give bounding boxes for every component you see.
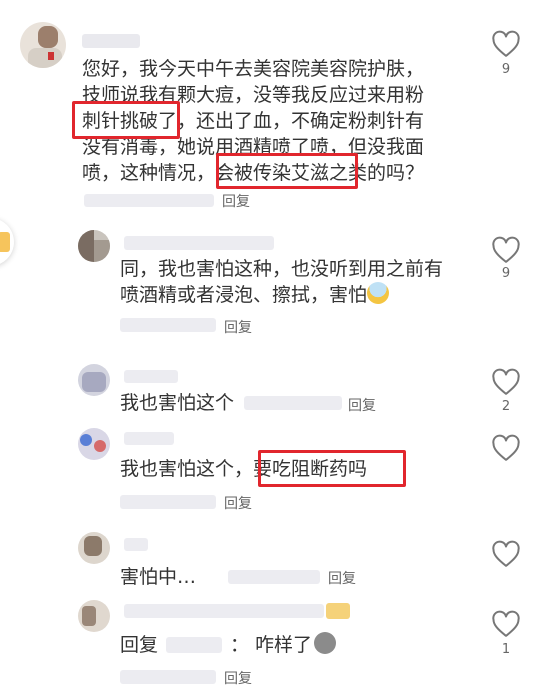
username[interactable] [124,432,174,445]
like-count: 9 [501,62,511,77]
reply-button[interactable]: 回复 [328,568,356,588]
like-button[interactable] [490,434,522,462]
username[interactable] [82,34,140,48]
like-button[interactable] [490,368,522,396]
comment-text: 我也害怕这个 [120,392,235,414]
avatar[interactable] [78,600,110,632]
highlight-box [72,101,180,139]
comment-text: 害怕中… [120,566,197,588]
heart-outline-icon [492,540,520,567]
highlight-box [258,450,406,487]
poop-emoji [314,632,337,654]
avatar[interactable] [78,364,110,396]
avatar[interactable] [78,428,110,460]
heart-outline-icon [492,30,520,57]
mention-name[interactable] [166,637,223,653]
avatar[interactable] [78,532,110,564]
like-button[interactable] [490,236,522,264]
reply-button[interactable]: 回复 [224,317,252,337]
comment-meta [84,194,214,207]
reply-button[interactable]: 回复 [224,668,252,688]
like-button[interactable] [490,610,522,638]
heart-outline-icon [492,434,520,461]
comment-meta [120,495,216,509]
username[interactable] [124,370,178,383]
heart-outline-icon [492,610,520,637]
user-badge [326,603,350,619]
comment-text: 回复： 咋样了 [120,632,337,658]
side-tab-icon [0,232,10,252]
comment-meta [244,396,342,410]
like-count: 9 [501,266,511,281]
avatar[interactable] [20,22,66,68]
heart-outline-icon [492,236,520,263]
reply-button[interactable]: 回复 [224,493,252,513]
comment-meta [120,318,216,332]
heart-outline-icon [492,368,520,395]
like-button[interactable] [490,30,522,58]
reply-button[interactable]: 回复 [222,191,250,211]
comment-meta [120,670,216,684]
screaming-face-emoji [367,282,390,304]
avatar[interactable] [78,230,110,262]
like-button[interactable] [490,540,522,568]
side-float-tab[interactable] [0,218,14,266]
username[interactable] [124,236,274,250]
comment-meta [228,570,320,584]
username[interactable] [124,604,324,618]
like-count: 1 [501,642,511,657]
like-count: 2 [501,399,511,414]
username[interactable] [124,538,148,551]
highlight-box [216,153,358,189]
reply-button[interactable]: 回复 [348,395,376,415]
comment-text: 同，我也害怕这种，也没听到用之前有 喷酒精或者浸泡、擦拭，害怕 [120,258,444,306]
